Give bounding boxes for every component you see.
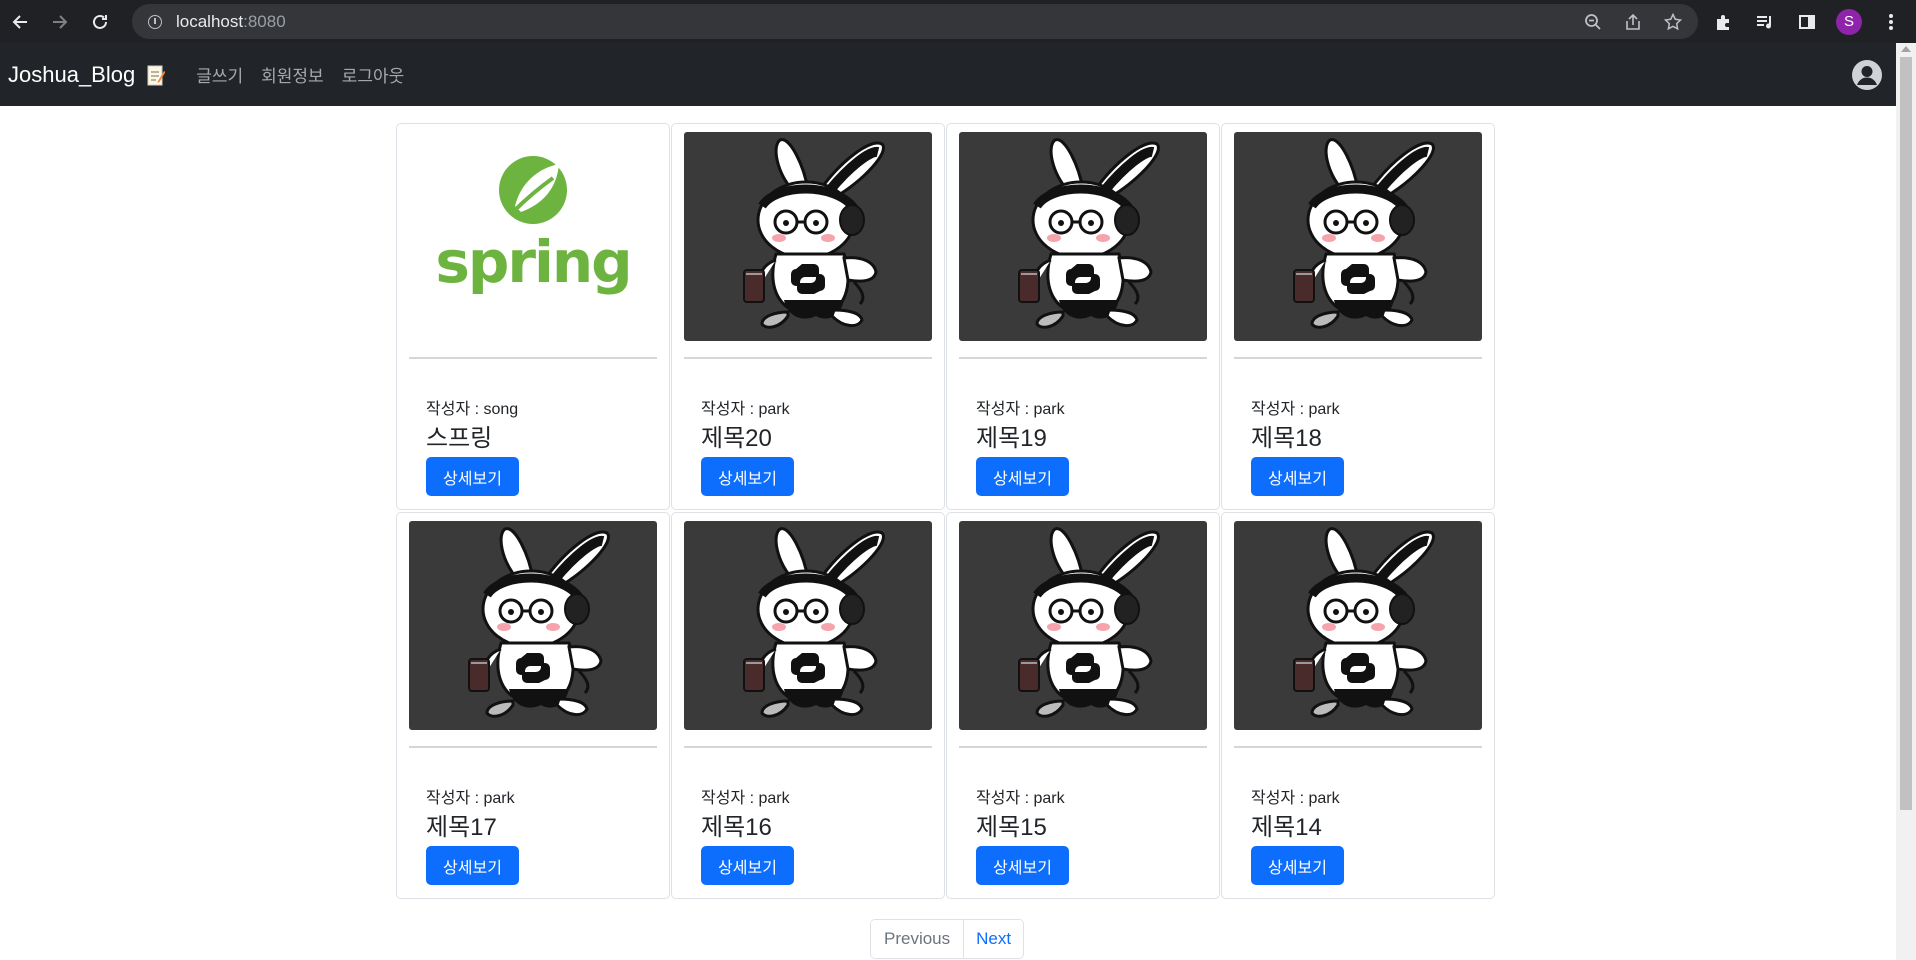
site-navbar: Joshua_Blog 글쓰기 회원정보 로그아웃 [0,43,1896,106]
rabbit-illustration [684,132,932,341]
card-divider [409,357,657,359]
brand-link[interactable]: Joshua_Blog [8,61,166,88]
post-card: 작성자 : park 제목18 상세보기 [1221,123,1495,510]
post-author: 작성자 : park [976,790,1065,807]
post-title: 제목18 [1251,425,1322,452]
bookmark-star-icon[interactable] [1658,7,1688,37]
spring-logo [409,132,657,341]
card-divider [409,746,657,748]
post-title: 제목19 [976,425,1047,452]
pagination: Previous Next [870,919,1025,959]
post-author: 작성자 : park [1251,401,1340,418]
forward-icon[interactable] [40,0,80,43]
post-card: 작성자 : park 제목20 상세보기 [671,123,945,510]
post-title: 제목15 [976,814,1047,841]
detail-button[interactable]: 상세보기 [976,846,1069,885]
browser-toolbar: localhost:8080 S [0,0,1916,43]
profile-avatar[interactable]: S [1831,4,1867,40]
detail-button[interactable]: 상세보기 [1251,846,1344,885]
post-author: 작성자 : song [426,401,519,418]
post-card-grid: 작성자 : song 스프링 상세보기 작성자 : park 제목20 상세보기… [396,123,1496,901]
post-author: 작성자 : park [426,790,515,807]
side-panel-icon[interactable] [1789,4,1825,40]
reload-icon[interactable] [80,0,120,43]
post-thumbnail [684,132,932,341]
url-host: localhost [176,11,244,31]
previous-page-button[interactable]: Previous [871,920,965,958]
media-control-icon[interactable] [1747,4,1783,40]
post-card: 작성자 : park 제목14 상세보기 [1221,512,1495,899]
rabbit-illustration [409,521,657,730]
scroll-thumb[interactable] [1900,57,1912,810]
rabbit-illustration [1234,132,1482,341]
brand-name: Joshua_Blog [8,61,136,87]
detail-button[interactable]: 상세보기 [426,457,519,496]
url-port: :8080 [243,11,286,31]
more-menu-icon[interactable] [1873,4,1909,40]
post-title: 제목16 [701,814,772,841]
post-thumbnail [959,521,1207,730]
post-title: 제목17 [426,814,497,841]
post-author: 작성자 : park [701,790,790,807]
post-card: 작성자 : park 제목19 상세보기 [946,123,1220,510]
card-divider [959,357,1207,359]
nav-link-write[interactable]: 글쓰기 [196,62,243,87]
post-title: 제목20 [701,425,772,452]
site-info-icon[interactable] [148,14,162,29]
post-card: 작성자 : park 제목15 상세보기 [946,512,1220,899]
nav-link-logout[interactable]: 로그아웃 [342,62,405,87]
post-title: 스프링 [426,425,493,452]
card-divider [684,357,932,359]
detail-button[interactable]: 상세보기 [426,846,519,885]
rabbit-illustration [959,132,1207,341]
post-card: 작성자 : park 제목16 상세보기 [671,512,945,899]
post-author: 작성자 : park [701,401,790,418]
detail-button[interactable]: 상세보기 [1251,457,1344,496]
post-card: 작성자 : park 제목17 상세보기 [396,512,670,899]
zoom-icon[interactable] [1578,7,1608,37]
rabbit-illustration [684,521,932,730]
card-divider [959,746,1207,748]
card-divider [1234,357,1482,359]
detail-button[interactable]: 상세보기 [976,457,1069,496]
next-page-button[interactable]: Next [964,920,1024,958]
address-bar[interactable]: localhost:8080 [132,4,1698,39]
card-divider [1234,746,1482,748]
post-author: 작성자 : park [1251,790,1340,807]
memo-icon [147,65,166,85]
post-author: 작성자 : park [976,401,1065,418]
rabbit-illustration [1234,521,1482,730]
post-thumbnail [409,521,657,730]
card-divider [684,746,932,748]
extensions-icon[interactable] [1705,4,1741,40]
post-thumbnail [1234,132,1482,341]
rabbit-illustration [959,521,1207,730]
post-thumbnail [684,521,932,730]
post-title: 제목14 [1251,814,1322,841]
back-icon[interactable] [0,0,40,43]
page-scrollbar[interactable] [1896,43,1916,960]
post-thumbnail-spring [409,132,657,341]
detail-button[interactable]: 상세보기 [701,457,794,496]
share-icon[interactable] [1618,7,1648,37]
post-thumbnail [1234,521,1482,730]
detail-button[interactable]: 상세보기 [701,846,794,885]
scroll-up-arrow-icon[interactable] [1901,46,1911,52]
post-thumbnail [959,132,1207,341]
user-avatar-icon[interactable] [1852,60,1882,90]
post-card: 작성자 : song 스프링 상세보기 [396,123,670,510]
nav-link-user-info[interactable]: 회원정보 [261,62,324,87]
